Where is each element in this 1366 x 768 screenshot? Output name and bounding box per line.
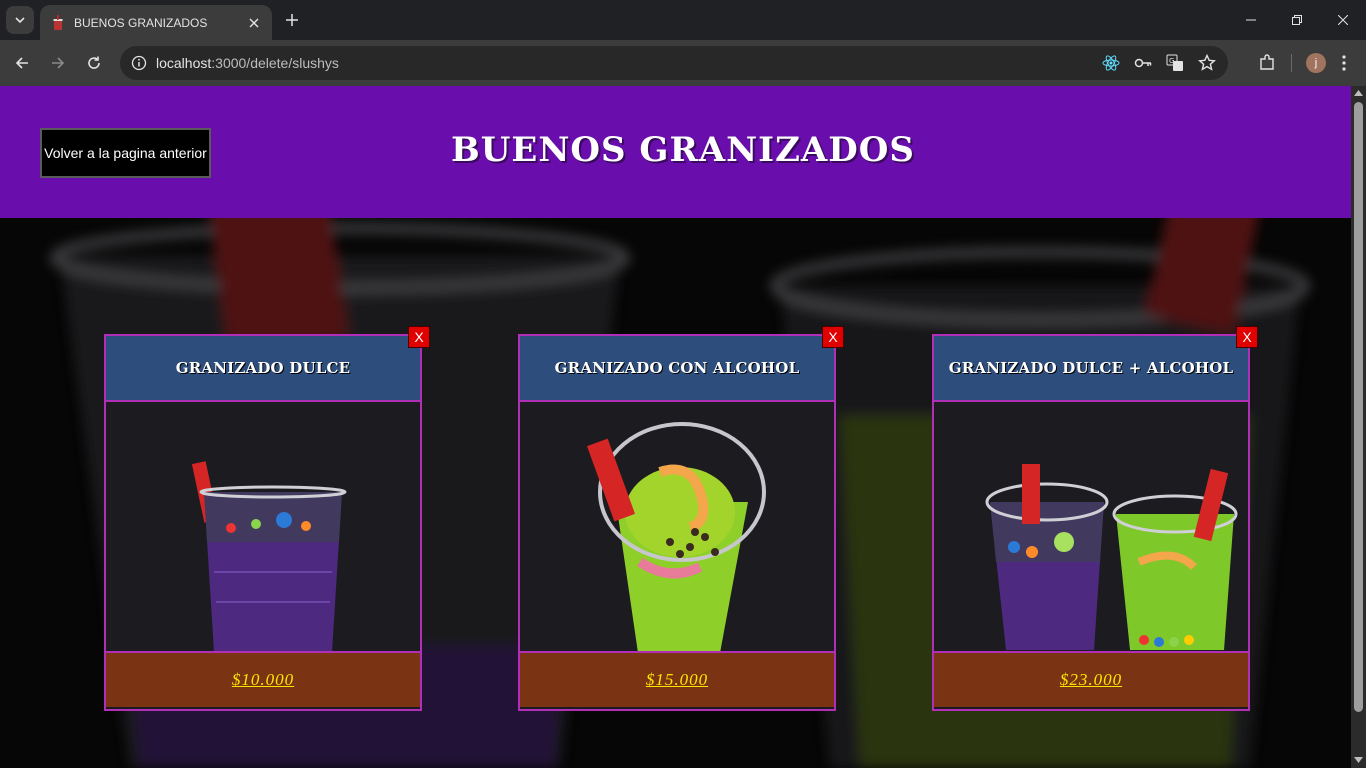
url-text[interactable]: localhost:3000/delete/slushys xyxy=(156,55,339,71)
window-controls xyxy=(1228,0,1366,40)
translate-icon[interactable]: G xyxy=(1164,52,1186,74)
product-name: GRANIZADO CON ALCOHOL xyxy=(554,359,800,377)
product-price[interactable]: $15.000 xyxy=(646,670,708,690)
toolbar-right: j xyxy=(1253,49,1366,77)
browser-tab-active[interactable]: BUENOS GRANIZADOS xyxy=(40,5,272,40)
tab-close-icon[interactable] xyxy=(246,15,262,31)
site-title: BUENOS GRANIZADOS xyxy=(451,130,915,170)
price-bar: $10.000 xyxy=(106,653,420,707)
tab-title: BUENOS GRANIZADOS xyxy=(74,15,208,30)
product-name: GRANIZADO DULCE + ALCOHOL xyxy=(948,359,1234,377)
profile-avatar[interactable]: j xyxy=(1302,49,1330,77)
new-tab-button[interactable] xyxy=(280,8,304,32)
card-header: GRANIZADO DULCE xyxy=(106,336,420,402)
page-viewport: Volver a la pagina anterior BUENOS GRANI… xyxy=(0,86,1351,768)
product-price[interactable]: $10.000 xyxy=(232,670,294,690)
minimize-button[interactable] xyxy=(1228,0,1274,40)
price-bar: $15.000 xyxy=(520,653,834,707)
scroll-down-arrow-icon[interactable] xyxy=(1354,756,1363,764)
scroll-up-arrow-icon[interactable] xyxy=(1354,89,1363,97)
toolbar-divider xyxy=(1291,54,1292,72)
browser-tabbar: BUENOS GRANIZADOS xyxy=(0,0,1366,40)
reload-button[interactable] xyxy=(80,49,108,77)
browser-menu-button[interactable] xyxy=(1330,49,1358,77)
cup-favicon-icon xyxy=(53,14,63,30)
close-window-button[interactable] xyxy=(1320,0,1366,40)
product-card: GRANIZADO DULCE $10.000 X xyxy=(104,326,430,711)
arrow-left-icon xyxy=(15,57,28,69)
delete-product-button[interactable]: X xyxy=(822,326,844,348)
product-image xyxy=(106,402,420,653)
omnibox-actions: G xyxy=(1100,52,1218,74)
svg-text:G: G xyxy=(1169,57,1174,65)
reload-icon xyxy=(88,56,100,69)
minimize-icon xyxy=(1246,19,1256,21)
key-icon[interactable] xyxy=(1132,52,1154,74)
address-bar[interactable]: localhost:3000/delete/slushys G xyxy=(120,46,1228,80)
product-image xyxy=(520,402,834,653)
url-path: :3000/delete/slushys xyxy=(211,55,339,71)
extensions-icon[interactable] xyxy=(1253,49,1281,77)
delete-product-button[interactable]: X xyxy=(408,326,430,348)
chevron-down-icon xyxy=(15,17,25,24)
product-image xyxy=(934,402,1248,653)
url-host: localhost xyxy=(156,55,212,71)
avatar: j xyxy=(1306,53,1326,73)
site-info-icon[interactable] xyxy=(128,52,150,74)
price-bar: $23.000 xyxy=(934,653,1248,707)
product-card: GRANIZADO DULCE + ALCOHOL $23.000 X xyxy=(932,326,1258,711)
close-icon xyxy=(1338,15,1348,25)
browser-toolbar: localhost:3000/delete/slushys G j xyxy=(0,40,1366,86)
plus-icon xyxy=(286,14,298,26)
card-header: GRANIZADO DULCE + ALCOHOL xyxy=(934,336,1248,402)
forward-nav-button[interactable] xyxy=(44,49,72,77)
arrow-right-icon xyxy=(52,57,65,69)
card-header: GRANIZADO CON ALCOHOL xyxy=(520,336,834,402)
kebab-menu-icon xyxy=(1342,55,1346,71)
scrollbar-thumb[interactable] xyxy=(1354,102,1363,712)
delete-product-button[interactable]: X xyxy=(1236,326,1258,348)
product-price[interactable]: $23.000 xyxy=(1060,670,1122,690)
tab-search-button[interactable] xyxy=(6,6,34,34)
product-card: GRANIZADO CON ALCOHOL $15.000 X xyxy=(518,326,844,711)
react-devtools-icon[interactable] xyxy=(1100,52,1122,74)
restore-icon xyxy=(1292,15,1302,25)
product-name: GRANIZADO DULCE xyxy=(175,359,351,377)
site-header: Volver a la pagina anterior BUENOS GRANI… xyxy=(0,86,1351,218)
bookmark-star-icon[interactable] xyxy=(1196,52,1218,74)
page-scrollbar[interactable] xyxy=(1351,86,1366,768)
restore-button[interactable] xyxy=(1274,0,1320,40)
back-nav-button[interactable] xyxy=(8,49,36,77)
